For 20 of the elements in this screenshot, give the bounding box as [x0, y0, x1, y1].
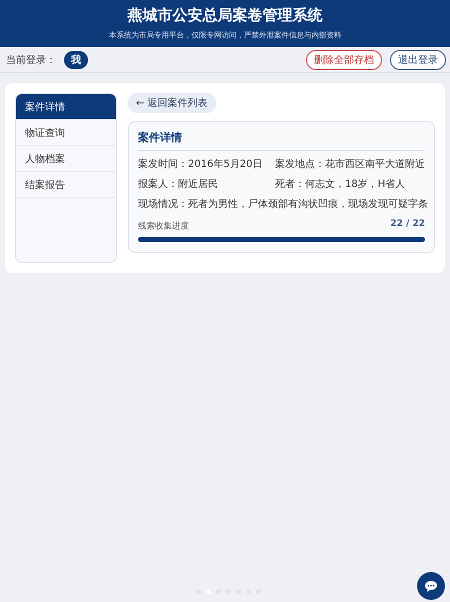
case-field: 死者：何志文，18岁，H省人 [275, 177, 425, 191]
delete-archives-button[interactable]: 删除全部存档 [306, 50, 382, 70]
back-button[interactable]: ← 返回案件列表 [128, 93, 216, 113]
case-field: 报案人：附近居民 [138, 177, 275, 191]
progress-reading: 22 / 22 [390, 219, 425, 231]
sidebar-item[interactable]: 人物档案 [16, 146, 116, 172]
user-badge: 我 [64, 50, 88, 68]
case-field: 现场情况：死者为男性，尸体颈部有沟状凹痕，现场发现可疑字条 [138, 197, 425, 211]
case-field: 案发时间：2016年5月20日 [138, 157, 275, 171]
progress-label: 线索收集进度 [138, 220, 189, 232]
logout-button[interactable]: 退出登录 [390, 50, 446, 70]
panel-title: 案件详情 [138, 130, 425, 151]
chat-button[interactable] [417, 572, 445, 600]
login-label: 当前登录： [6, 54, 56, 66]
chat-bubble-icon [424, 580, 438, 592]
app-title: 燕城市公安总局案卷管理系统 [128, 6, 322, 25]
sidebar-item[interactable]: 物证查询 [16, 120, 116, 146]
sidebar-item[interactable]: 案件详情 [16, 94, 116, 120]
case-field: 案发地点：花市西区南平大道附近 [275, 157, 425, 171]
sidebar-item[interactable]: 结案报告 [16, 172, 116, 198]
